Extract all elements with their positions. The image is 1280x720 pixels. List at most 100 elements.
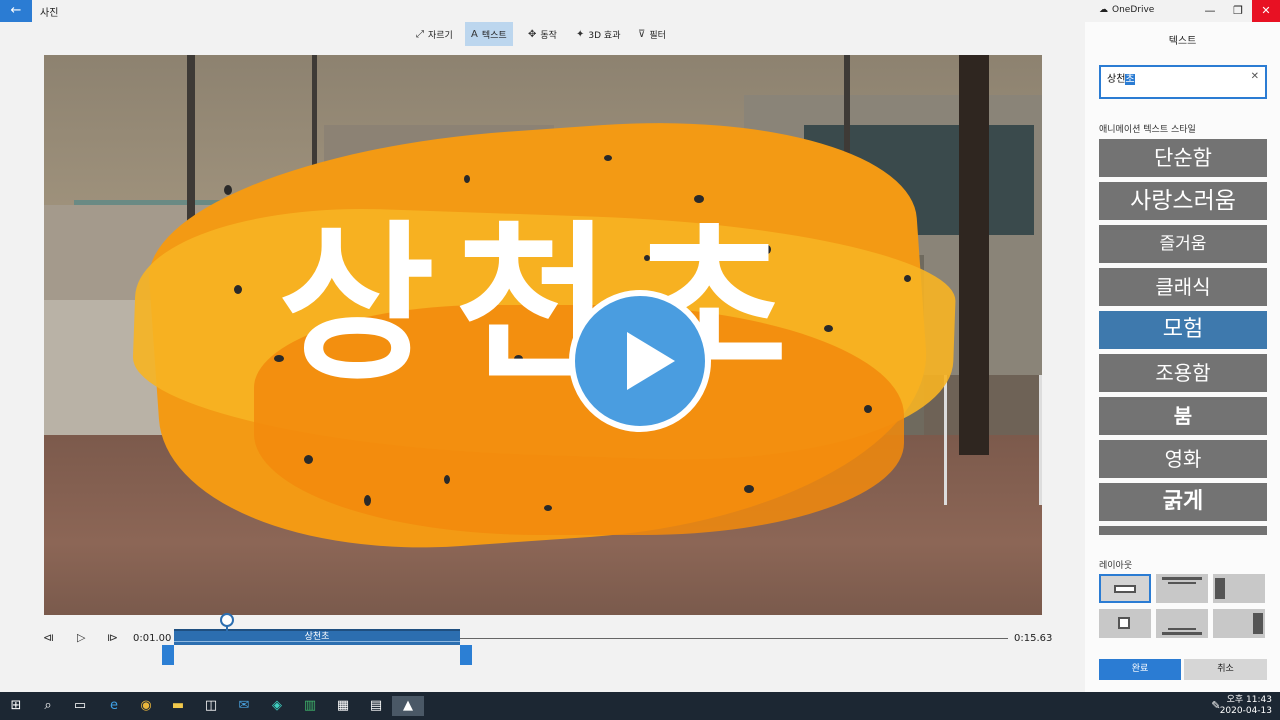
edit-toolbar: ⤢ 자르기 A 텍스트 ✥ 동작 ✦ 3D 효과 ⊽ 필터 (0, 22, 1085, 48)
layout-glyph (1114, 585, 1136, 593)
crop-tool-button[interactable]: ⤢ 자르기 (410, 22, 459, 46)
minimize-button[interactable]: — (1196, 0, 1224, 22)
3d-effects-icon: ✦ (576, 28, 585, 40)
onedrive-button[interactable]: ☁ OneDrive (1099, 5, 1154, 15)
timeline-track[interactable] (460, 638, 1008, 639)
brush-speck (604, 155, 612, 161)
layout-right[interactable] (1213, 609, 1265, 638)
text-tool-button[interactable]: A 텍스트 (465, 22, 513, 46)
step-forward-icon: ⧐ (107, 631, 118, 644)
chrome-icon[interactable]: ◉ (136, 696, 156, 716)
3d-effects-label: 3D 효과 (588, 30, 621, 41)
style-adventure[interactable]: 모험 (1099, 311, 1267, 349)
motion-label: 동작 (540, 30, 557, 41)
edge-icon[interactable]: e (104, 696, 124, 716)
back-button[interactable]: ← (0, 0, 32, 22)
app-title: 사진 (40, 8, 59, 19)
clip-end-handle[interactable] (460, 645, 472, 665)
photos-app: ← 사진 ⤢ 자르기 A 텍스트 ✥ 동작 ✦ 3D 효과 ⊽ 필터 상천초 ⧏… (0, 0, 1280, 692)
brush-speck (544, 505, 552, 511)
window-controls: ☁ OneDrive — ❐ ✕ (1085, 0, 1280, 22)
step-back-button[interactable]: ⧏ (43, 631, 54, 644)
brush-speck (744, 485, 754, 493)
cancel-button[interactable]: 취소 (1184, 659, 1267, 680)
app-icon[interactable]: ◈ (267, 696, 287, 716)
layout-left[interactable] (1213, 574, 1265, 603)
restore-button[interactable]: ❐ (1224, 0, 1252, 22)
search-icon[interactable]: ⌕ (38, 696, 58, 716)
calculator-icon[interactable]: ▦ (333, 696, 353, 716)
play-button[interactable] (569, 290, 711, 432)
excel-icon[interactable]: ▥ (300, 696, 320, 716)
filter-label: 필터 (649, 30, 666, 41)
end-time: 0:15.63 (1014, 633, 1053, 644)
layout-glyph (1162, 632, 1202, 635)
step-back-icon: ⧏ (43, 631, 54, 644)
onedrive-label: OneDrive (1112, 5, 1155, 15)
style-more[interactable] (1099, 526, 1267, 535)
brush-speck (864, 405, 872, 413)
clip-start-handle[interactable] (162, 645, 174, 665)
clock-date: 2020-04-13 (1219, 706, 1272, 716)
close-window-button[interactable]: ✕ (1252, 0, 1280, 22)
style-simple[interactable]: 단순함 (1099, 139, 1267, 177)
panel-title: 텍스트 (1168, 36, 1197, 47)
timeline-play-button[interactable]: ▷ (77, 631, 85, 644)
style-movie[interactable]: 영화 (1099, 440, 1267, 478)
text-panel: ☁ OneDrive — ❐ ✕ 텍스트 상천초 ✕ 애니메이션 텍스트 스타일… (1085, 0, 1280, 692)
layout-top[interactable] (1156, 574, 1208, 603)
animated-text-overlay: 상천초 (278, 206, 808, 404)
style-boom[interactable]: 붐 (1099, 397, 1267, 435)
style-list[interactable]: 단순함 사랑스러움 즐거움 클래식 모험 조용함 붐 영화 굵게 (1099, 139, 1267, 535)
mail-icon[interactable]: ✉ (234, 696, 254, 716)
layout-header: 레이아웃 (1099, 561, 1133, 571)
style-bold[interactable]: 굵게 (1099, 483, 1267, 521)
style-classic[interactable]: 클래식 (1099, 268, 1267, 306)
photos-icon[interactable]: ▲ (392, 696, 424, 716)
video-preview[interactable]: 상천초 (44, 55, 1042, 615)
style-calm[interactable]: 조용함 (1099, 354, 1267, 392)
title-bar: ← 사진 (0, 0, 1085, 22)
brush-speck (224, 185, 232, 195)
style-lovely[interactable]: 사랑스러움 (1099, 182, 1267, 220)
text-icon: A (471, 28, 478, 40)
layout-center-small[interactable] (1099, 609, 1151, 638)
file-explorer-icon[interactable]: ▬ (168, 696, 188, 716)
play-icon: ▷ (77, 631, 86, 644)
layout-glyph (1118, 617, 1130, 629)
clear-icon[interactable]: ✕ (1251, 71, 1259, 82)
store-icon[interactable]: ◫ (201, 696, 221, 716)
brush-speck (304, 455, 313, 464)
taskbar: ⊞ ⌕ ▭ e ◉ ▬ ◫ ✉ ◈ ▥ ▦ ▤ ▲ ✎ 오후 11:43 202… (0, 692, 1280, 720)
onedrive-icon: ☁ (1099, 5, 1108, 15)
layout-glyph (1253, 613, 1263, 634)
crop-icon: ⤢ (416, 28, 424, 40)
layout-center[interactable] (1099, 574, 1151, 603)
brush-speck (464, 175, 470, 183)
play-icon (627, 332, 675, 390)
layout-glyph (1162, 577, 1202, 580)
playhead-scrubber[interactable] (220, 613, 234, 627)
text-input[interactable]: 상천초 ✕ (1099, 65, 1267, 99)
brush-speck (694, 195, 704, 203)
layout-glyph (1215, 578, 1225, 599)
filter-tool-button[interactable]: ⊽ 필터 (632, 22, 672, 46)
brush-speck (364, 495, 371, 506)
text-clip-range[interactable]: 상천초 (174, 629, 460, 645)
style-joyful[interactable]: 즐거움 (1099, 225, 1267, 263)
layout-glyph (1168, 628, 1196, 630)
system-clock[interactable]: 오후 11:43 2020-04-13 (1220, 695, 1272, 717)
done-button[interactable]: 완료 (1099, 659, 1181, 680)
step-forward-button[interactable]: ⧐ (107, 631, 118, 644)
text-input-value: 상천 (1107, 74, 1126, 85)
task-view-icon[interactable]: ▭ (70, 696, 90, 716)
scrubber-stem (226, 626, 228, 634)
windows-icon[interactable]: ⊞ (6, 696, 26, 716)
motion-tool-button[interactable]: ✥ 동작 (522, 22, 563, 46)
back-arrow-icon: ← (10, 3, 22, 18)
layout-bottom[interactable] (1156, 609, 1208, 638)
3d-effects-tool-button[interactable]: ✦ 3D 효과 (570, 22, 626, 46)
word-icon[interactable]: ▤ (366, 696, 386, 716)
fence (944, 375, 1042, 505)
text-label: 텍스트 (481, 30, 507, 41)
